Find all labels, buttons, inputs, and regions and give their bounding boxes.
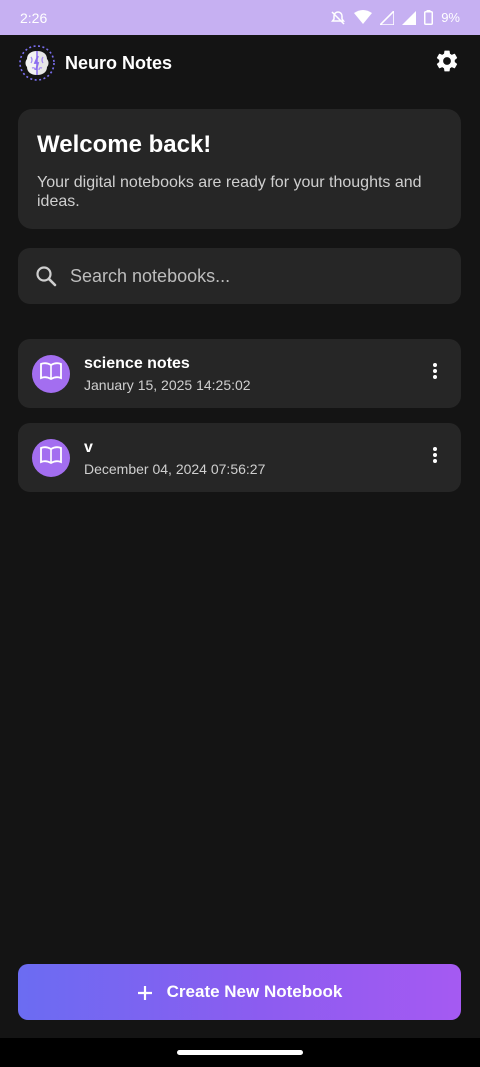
brain-icon	[18, 44, 56, 82]
app-header: Neuro Notes	[0, 35, 480, 91]
notebook-item[interactable]: science notes January 15, 2025 14:25:02	[18, 339, 461, 408]
notebook-title: science notes	[84, 354, 190, 372]
welcome-title: Welcome back!	[37, 131, 212, 158]
search-bar[interactable]	[18, 248, 461, 304]
book-icon	[40, 362, 62, 385]
notebook-avatar	[32, 354, 70, 393]
more-options-button[interactable]	[423, 443, 447, 473]
notebook-avatar	[32, 438, 70, 477]
gear-icon	[434, 48, 460, 79]
status-icons: 9%	[330, 10, 460, 26]
more-vert-icon	[432, 362, 438, 385]
welcome-text: Your digital notebooks are ready for you…	[37, 174, 422, 210]
battery-level: 9%	[441, 10, 460, 25]
search-icon	[34, 264, 58, 288]
home-indicator[interactable]	[177, 1050, 303, 1055]
search-input[interactable]	[70, 265, 445, 287]
more-options-button[interactable]	[423, 359, 447, 389]
more-vert-icon	[432, 446, 438, 469]
battery-icon	[424, 10, 434, 25]
notebook-item[interactable]: v December 04, 2024 07:56:27	[18, 423, 461, 492]
create-notebook-label: Create New Notebook	[166, 982, 343, 1001]
status-time: 2:26	[20, 9, 48, 26]
settings-button[interactable]	[432, 48, 462, 78]
notebook-title: v	[84, 438, 93, 456]
signal-icon	[380, 10, 395, 25]
notebook-date: December 04, 2024 07:56:27	[84, 460, 266, 477]
notebook-info: science notes January 15, 2025 14:25:02	[84, 355, 423, 393]
app-screen: 2:26 9% Neuro Notes Welcome back! Your d…	[0, 0, 480, 1067]
status-bar: 2:26 9%	[0, 0, 480, 35]
wifi-icon	[354, 10, 373, 25]
notebook-date: January 15, 2025 14:25:02	[84, 376, 251, 393]
plus-icon	[137, 979, 153, 1005]
signal-icon	[402, 10, 417, 25]
create-notebook-button[interactable]: Create New Notebook	[18, 964, 461, 1020]
bell-off-icon	[330, 10, 346, 26]
welcome-card: Welcome back! Your digital notebooks are…	[18, 109, 461, 229]
system-nav-bar	[0, 1038, 480, 1067]
book-icon	[40, 446, 62, 469]
notebook-info: v December 04, 2024 07:56:27	[84, 439, 423, 477]
app-title: Neuro Notes	[65, 52, 173, 73]
